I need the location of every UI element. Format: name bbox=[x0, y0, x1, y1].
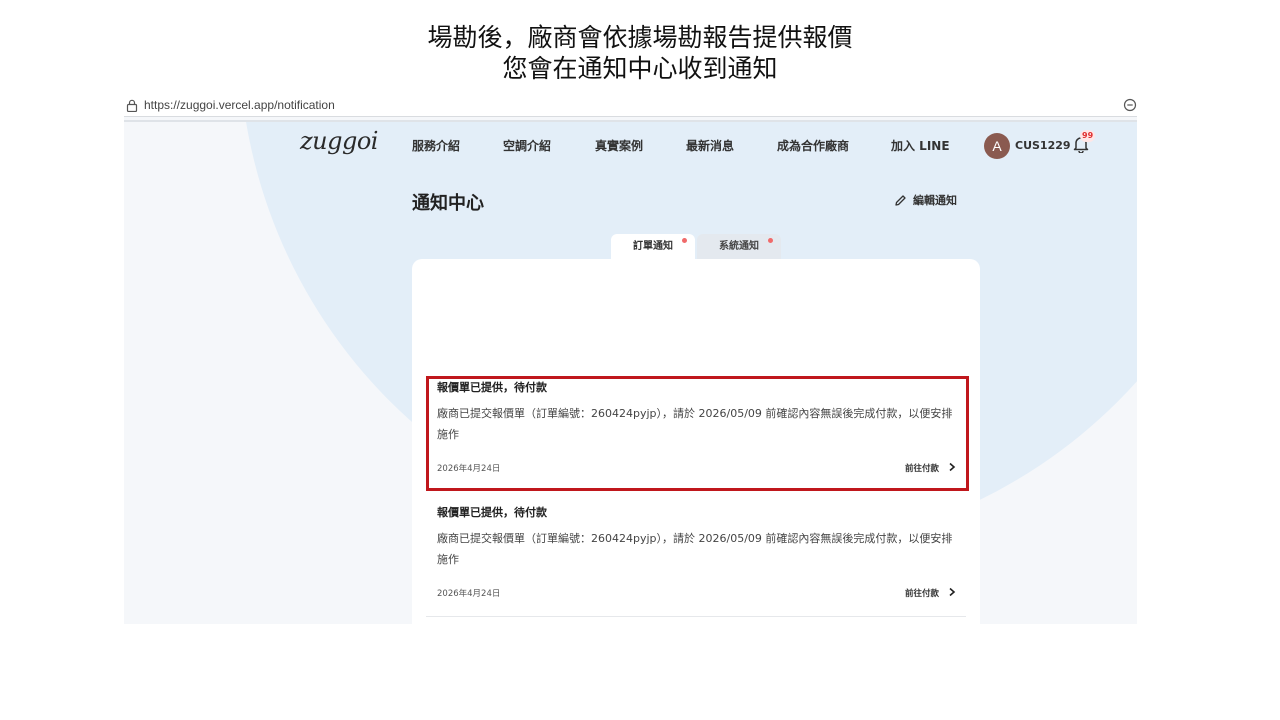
notification-item[interactable]: 報價單已提供，待付款 廠商已提交報價單（訂單編號：260424pyjp），請於 … bbox=[426, 498, 966, 617]
lock-icon bbox=[126, 99, 138, 112]
caption-line-2: 您會在通知中心收到通知 bbox=[502, 54, 778, 83]
slide-caption: 場勘後，廠商會依據場勘報告提供報價 您會在通知中心收到通知 bbox=[0, 22, 1280, 84]
highlight-box bbox=[426, 376, 969, 491]
notification-date: 2026年4月24日 bbox=[437, 589, 501, 599]
unread-dot bbox=[682, 238, 687, 243]
avatar[interactable]: A bbox=[984, 133, 1010, 159]
caption-line-1: 場勘後，廠商會依據場勘報告提供報價 bbox=[427, 23, 853, 52]
top-nav: zuggoi 服務介紹 空調介紹 真實案例 最新消息 成為合作廠商 加入 LIN… bbox=[124, 122, 1137, 172]
nav-item-line[interactable]: 加入 LINE bbox=[891, 137, 950, 154]
tab-order-notification[interactable]: 訂單通知 bbox=[611, 234, 695, 260]
browser-screenshot: https://zuggoi.vercel.app/notification z… bbox=[124, 95, 1137, 624]
edit-notification-button[interactable]: 編輯通知 bbox=[894, 192, 957, 208]
notification-page: zuggoi 服務介紹 空調介紹 真實案例 最新消息 成為合作廠商 加入 LIN… bbox=[124, 122, 1137, 624]
nav-item-cases[interactable]: 真實案例 bbox=[595, 137, 643, 154]
edit-notification-label: 編輯通知 bbox=[913, 194, 957, 207]
username[interactable]: CUS1229 bbox=[1015, 139, 1071, 152]
notification-body: 廠商已提交報價單（訂單編號：260424pyjp），請於 2026/05/09 … bbox=[437, 532, 953, 566]
tab-system-notification[interactable]: 系統通知 bbox=[697, 234, 781, 260]
nav-item-aircon[interactable]: 空調介紹 bbox=[503, 137, 551, 154]
zoom-out-icon[interactable] bbox=[1123, 98, 1137, 112]
notification-badge: 99 bbox=[1080, 130, 1096, 142]
url-text[interactable]: https://zuggoi.vercel.app/notification bbox=[144, 98, 335, 112]
go-to-payment-link[interactable]: 前往付款 bbox=[905, 587, 939, 599]
slide: 場勘後，廠商會依據場勘報告提供報價 您會在通知中心收到通知 https://zu… bbox=[0, 0, 1280, 720]
tab-label: 訂單通知 bbox=[633, 241, 673, 252]
unread-dot bbox=[768, 238, 773, 243]
site-logo[interactable]: zuggoi bbox=[300, 127, 378, 155]
nav-item-news[interactable]: 最新消息 bbox=[686, 137, 734, 154]
nav-item-partner[interactable]: 成為合作廠商 bbox=[777, 137, 849, 154]
page-title: 通知中心 bbox=[412, 193, 484, 214]
nav-item-services[interactable]: 服務介紹 bbox=[412, 137, 460, 154]
item-divider bbox=[426, 616, 966, 617]
tab-label: 系統通知 bbox=[719, 241, 759, 252]
notification-title: 報價單已提供，待付款 bbox=[437, 506, 547, 519]
address-bar[interactable]: https://zuggoi.vercel.app/notification bbox=[124, 95, 1137, 117]
pencil-icon bbox=[895, 194, 906, 206]
chevron-right-icon[interactable] bbox=[948, 587, 956, 597]
